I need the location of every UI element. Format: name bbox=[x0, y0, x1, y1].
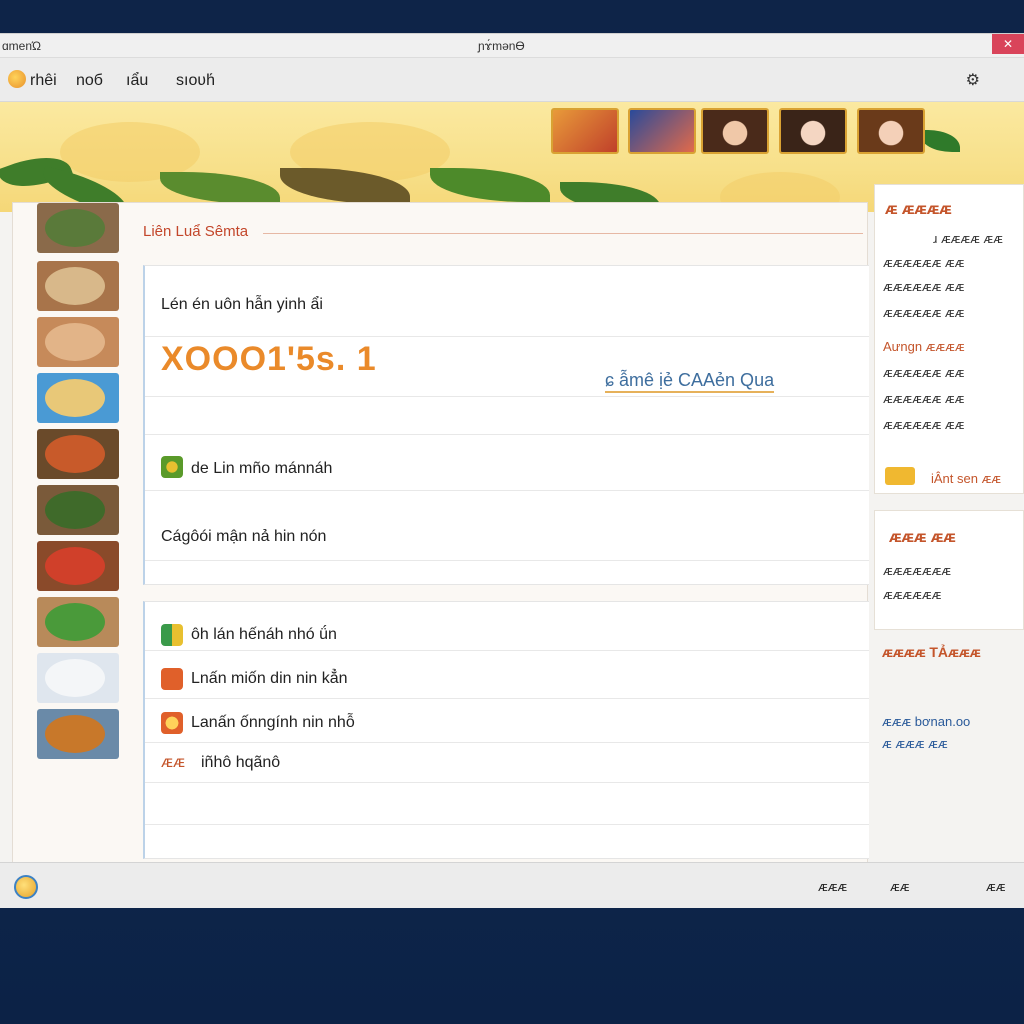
card2-row-1[interactable]: ôh lán hếnáh nhó ǘn bbox=[191, 626, 337, 644]
card1-row-3[interactable]: de Lin mño mánnáh bbox=[191, 460, 332, 478]
food-plate bbox=[45, 323, 105, 361]
calendar-icon bbox=[161, 668, 183, 690]
card1-row-4[interactable]: Cágôói mận nả hin nón bbox=[161, 528, 326, 546]
thumbnail-3[interactable] bbox=[701, 108, 769, 154]
list-icon bbox=[161, 624, 183, 646]
menu-item-2[interactable]: noб bbox=[76, 72, 103, 90]
title-bar: ɑmenΏ ɲɤ́mənӨ ✕ bbox=[0, 34, 1024, 58]
thumbnail-5[interactable] bbox=[857, 108, 925, 154]
row-divider bbox=[145, 560, 869, 561]
right-link-1[interactable]: ᴁᴁᴁ bơnan.oo bbox=[882, 714, 970, 729]
right-text-line: ᴁᴁᴁᴁᴁᴁ ᴁᴁ bbox=[883, 279, 965, 294]
food-plate bbox=[45, 491, 105, 529]
info-card-secondary: ôh lán hếnáh nhó ǘn Lnấn miốn din nin kẳ… bbox=[143, 601, 869, 859]
row-divider bbox=[145, 396, 869, 397]
section-title: Liên Luẩ Sêmta bbox=[143, 223, 249, 240]
right-text-line: ᴁᴁᴁᴁᴁᴁ bbox=[883, 587, 942, 602]
app-window: ɑmenΏ ɲɤ́mənӨ ✕ rhêi noб ıẩu sıoʋh́ ⚙ L… bbox=[0, 33, 1024, 908]
food-plate bbox=[45, 435, 105, 473]
status-far-right[interactable]: ᴁᴁ bbox=[986, 879, 1005, 894]
row-divider bbox=[145, 434, 869, 435]
food-plate bbox=[45, 267, 105, 305]
main-panel: Liên Luẩ Sêmta Lén én uôn hẫn yinh ẩi XO… bbox=[12, 202, 869, 894]
menu-item-3[interactable]: ıẩu bbox=[126, 72, 148, 90]
row-divider bbox=[145, 782, 869, 783]
leaf-badge-icon bbox=[161, 456, 183, 478]
card2-row-3[interactable]: Lanấn ốnngính nin nhỗ bbox=[191, 714, 355, 732]
food-plate bbox=[45, 209, 105, 247]
card2-row-4[interactable]: iñhô hqãnô bbox=[201, 754, 280, 772]
right-footer-link[interactable]: iÂnt sen ᴁᴁ bbox=[931, 471, 1001, 486]
row-divider bbox=[145, 698, 869, 699]
card2-row-4-prefix: ᴁᴁ bbox=[161, 754, 185, 771]
right-text-line: ᴁᴁᴁᴁᴁᴁ ᴁᴁ bbox=[883, 365, 965, 380]
right-box-2: ᴁᴁᴁ ᴁᴁ ᴁᴁᴁᴁᴁᴁᴁ ᴁᴁᴁᴁᴁᴁ bbox=[874, 510, 1024, 630]
close-icon: ✕ bbox=[1002, 37, 1014, 51]
food-plate bbox=[45, 603, 105, 641]
right-box-2-title: ᴁᴁᴁ ᴁᴁ bbox=[889, 529, 956, 546]
globe-icon[interactable] bbox=[14, 875, 38, 899]
leaf-decoration bbox=[430, 168, 550, 202]
menu-item-1[interactable]: rhêi bbox=[30, 72, 57, 90]
thumbnail-1[interactable] bbox=[551, 108, 619, 154]
menu-bar: rhêi noб ıẩu sıoʋh́ ⚙ bbox=[0, 58, 1024, 102]
status-icon-text[interactable]: ᴁᴁ bbox=[890, 879, 909, 894]
right-text-line: ᴁᴁᴁᴁᴁᴁ ᴁᴁ bbox=[883, 255, 965, 270]
row-divider bbox=[145, 336, 869, 337]
right-text-line: ᴁᴁᴁᴁᴁᴁ ᴁᴁ bbox=[883, 391, 965, 406]
close-button[interactable]: ✕ bbox=[992, 34, 1024, 54]
right-text-line: ᴁᴁᴁᴁᴁᴁ ᴁᴁ bbox=[883, 305, 965, 320]
status-text: ᴁᴁᴁ bbox=[818, 879, 848, 894]
right-link-2[interactable]: ᴁ ᴁᴁᴁ ᴁᴁ bbox=[882, 736, 948, 751]
food-plate bbox=[45, 547, 105, 585]
right-subheading: Aưngn ᴁᴁᴁᴁ bbox=[883, 339, 965, 354]
status-bar: ᴁᴁᴁ ᴁᴁ ᴁᴁ bbox=[0, 862, 1024, 908]
row-divider bbox=[145, 742, 869, 743]
row-divider bbox=[145, 650, 869, 651]
card2-row-2[interactable]: Lnấn miốn din nin kẳn bbox=[191, 670, 348, 688]
right-box-1-title: ᴁ ᴁᴁᴁᴁ bbox=[885, 201, 952, 218]
window-title: ɲɤ́mənӨ bbox=[478, 39, 525, 53]
right-info-panel: ᴁ ᴁᴁᴁᴁ ɹ ᴁᴁᴁᴁ ᴁᴁ ᴁᴁᴁᴁᴁᴁ ᴁᴁ ᴁᴁᴁᴁᴁᴁ ᴁᴁ ᴁᴁᴁ… bbox=[870, 184, 1024, 751]
thumbnail-2[interactable] bbox=[628, 108, 696, 154]
big-number-value: XOOO1'5s. 1 bbox=[161, 340, 377, 378]
right-text-line: ᴁᴁᴁᴁᴁᴁ ᴁᴁ bbox=[883, 417, 965, 432]
settings-gear-icon[interactable]: ⚙ bbox=[966, 70, 980, 90]
food-plate bbox=[45, 379, 105, 417]
sidebar-food-item[interactable] bbox=[37, 429, 119, 479]
badge-icon bbox=[161, 712, 183, 734]
sidebar-food-item[interactable] bbox=[37, 485, 119, 535]
info-card-primary: Lén én uôn hẫn yinh ẩi XOOO1'5s. 1 ɕ ẫmê… bbox=[143, 265, 869, 585]
right-text-line: ɹ ᴁᴁᴁᴁ ᴁᴁ bbox=[933, 231, 1003, 246]
app-name: ɑmenΏ bbox=[2, 39, 42, 53]
menu-item-4[interactable]: sıoʋh́ bbox=[176, 72, 215, 90]
sidebar-food-item[interactable] bbox=[37, 709, 119, 759]
food-plate bbox=[45, 715, 105, 753]
card-link[interactable]: ɕ ẫmê ịẻ CAAẻn Qua bbox=[605, 370, 775, 393]
sidebar-food-item[interactable] bbox=[37, 597, 119, 647]
sidebar-food-item[interactable] bbox=[37, 261, 119, 311]
right-box-3-title: ᴁᴁᴁᴁ TẢᴁᴁᴁ bbox=[882, 644, 981, 660]
card1-row-1: Lén én uôn hẫn yinh ẩi bbox=[161, 296, 323, 313]
food-sidebar bbox=[25, 203, 121, 803]
sidebar-food-item[interactable] bbox=[37, 373, 119, 423]
coin-icon bbox=[885, 467, 915, 485]
food-plate bbox=[45, 659, 105, 697]
app-logo-icon bbox=[8, 70, 26, 88]
sidebar-food-item[interactable] bbox=[37, 203, 119, 253]
sidebar-food-item[interactable] bbox=[37, 653, 119, 703]
thumbnail-4[interactable] bbox=[779, 108, 847, 154]
right-box-1: ᴁ ᴁᴁᴁᴁ ɹ ᴁᴁᴁᴁ ᴁᴁ ᴁᴁᴁᴁᴁᴁ ᴁᴁ ᴁᴁᴁᴁᴁᴁ ᴁᴁ ᴁᴁᴁ… bbox=[874, 184, 1024, 494]
row-divider bbox=[145, 490, 869, 491]
leaf-decoration bbox=[920, 130, 960, 152]
sidebar-food-item[interactable] bbox=[37, 317, 119, 367]
content-area: Liên Luẩ Sêmta Lén én uôn hẫn yinh ẩi XO… bbox=[143, 221, 869, 861]
section-divider bbox=[263, 233, 863, 234]
row-divider bbox=[145, 824, 869, 825]
sidebar-food-item[interactable] bbox=[37, 541, 119, 591]
right-text-line: ᴁᴁᴁᴁᴁᴁᴁ bbox=[883, 563, 952, 578]
leaf-decoration bbox=[160, 172, 280, 204]
